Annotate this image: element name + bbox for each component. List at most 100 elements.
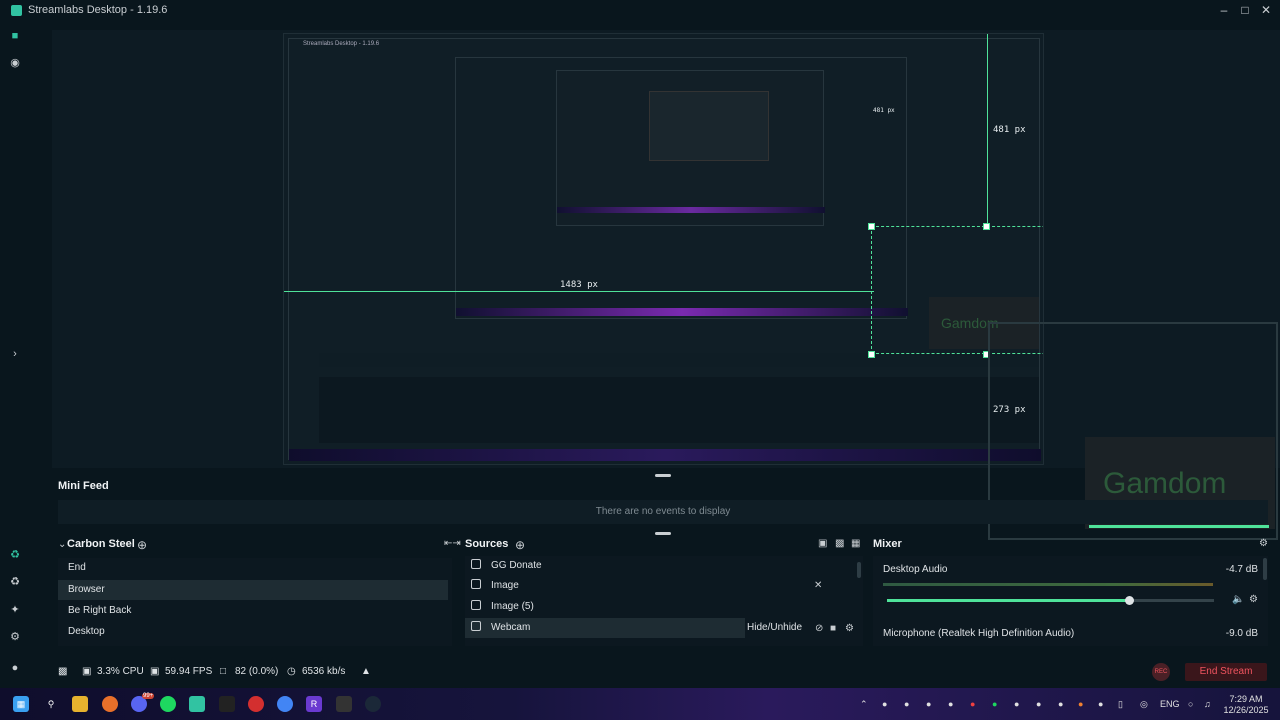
nested-taskbar-outer — [289, 449, 1041, 461]
taskbar-clock[interactable]: 7:29 AM 12/26/2025 — [1218, 694, 1274, 716]
channel-settings-icon[interactable]: ⚙ — [1249, 594, 1258, 605]
drag-handle-top[interactable] — [655, 474, 671, 477]
network-icon[interactable]: ○ — [1188, 699, 1193, 709]
settings-icon[interactable]: ⚙ — [9, 631, 21, 643]
scenes-list: End Browser Be Right Back Desktop — [58, 558, 452, 646]
tray-app-icon[interactable]: ● — [992, 699, 997, 709]
discord-badge: 99+ — [142, 693, 155, 699]
mixer-channel-name: Desktop Audio — [883, 564, 948, 575]
tray-app-icon[interactable]: ● — [970, 699, 975, 709]
scene-item[interactable]: End — [58, 558, 448, 578]
source-item[interactable]: GG Donate — [465, 556, 855, 576]
cpu-icon: ▣ — [82, 666, 92, 677]
app-icon[interactable] — [248, 696, 264, 712]
tray-app-icon[interactable]: ● — [1036, 699, 1041, 709]
notification-bell-icon[interactable]: ▲ — [361, 666, 371, 677]
hide-unhide-tooltip: Hide/Unhide — [747, 618, 807, 638]
scene-item[interactable]: Be Right Back — [58, 601, 448, 621]
dropped-frames: 82 (0.0%) — [235, 666, 279, 677]
resize-handle-tl[interactable] — [868, 223, 875, 230]
scene-item[interactable]: Desktop — [58, 622, 448, 642]
minimize-icon[interactable]: – — [1216, 2, 1232, 18]
nested-taskbar-mid — [456, 308, 908, 316]
highlighter-icon[interactable]: ♻ — [9, 576, 21, 588]
gamdom-logo-text: Gamdom — [1103, 467, 1227, 500]
collapse-scenes-icon[interactable]: ⌄ — [58, 539, 66, 550]
left-nav-rail: ■ ◉ › ♻ ♻ ✦ ⚙ ● — [0, 20, 30, 685]
horizontal-guide — [284, 291, 874, 292]
source-grid-icon[interactable]: ▣ — [818, 538, 827, 549]
integrations-icon[interactable]: ✦ — [9, 604, 21, 616]
drag-handle-bottom[interactable] — [655, 532, 671, 535]
source-item-label: GG Donate — [491, 560, 542, 571]
language-indicator[interactable]: ENG — [1160, 699, 1180, 709]
volume-icon[interactable]: ♫ — [1204, 699, 1211, 709]
speaker-icon[interactable]: 🔈 — [1232, 594, 1244, 605]
spotify-icon[interactable] — [160, 696, 176, 712]
clock-date: 12/26/2025 — [1223, 705, 1269, 715]
profile-icon[interactable]: ● — [9, 662, 21, 674]
source-item[interactable]: Webcam — [465, 618, 745, 638]
source-item[interactable]: Image — [465, 576, 855, 596]
title-bar: Streamlabs Desktop - 1.19.6 – □ ✕ — [0, 0, 1280, 20]
tray-app-icon[interactable]: ● — [1014, 699, 1019, 709]
microphone-icon[interactable]: ◎ — [1140, 699, 1148, 710]
source-group-icon[interactable]: ▩ — [835, 538, 844, 549]
editor-icon[interactable]: ■ — [9, 30, 21, 42]
stats-chart-icon[interactable]: ▩ — [58, 666, 67, 677]
mixer-settings-icon[interactable]: ⚙ — [1259, 538, 1268, 549]
r-app-icon[interactable]: R — [306, 696, 322, 712]
source-folder-icon[interactable]: ▦ — [851, 538, 860, 549]
add-source-icon[interactable]: ⊕ — [515, 538, 525, 552]
visibility-toggle-icon[interactable]: ⊘ — [815, 623, 823, 634]
terminal-icon[interactable] — [336, 696, 352, 712]
chrome-icon[interactable] — [277, 696, 293, 712]
sources-title: Sources — [465, 538, 509, 550]
end-stream-button[interactable]: End Stream — [1185, 663, 1267, 681]
themes-icon[interactable]: ♻ — [9, 549, 21, 561]
resize-handle-bl[interactable] — [868, 351, 875, 358]
height-label-nested: 481 px — [873, 107, 895, 114]
volume-slider-knob[interactable] — [1124, 596, 1134, 605]
height-label: 481 px — [993, 125, 1026, 135]
usb-icon[interactable]: ▯ — [1118, 699, 1123, 710]
fps-value: 59.94 FPS — [165, 666, 213, 677]
volume-slider-track[interactable] — [887, 596, 1214, 605]
tray-app-icon[interactable]: ● — [1098, 699, 1103, 709]
add-scene-icon[interactable]: ⊕ — [137, 538, 147, 552]
maximize-icon[interactable]: □ — [1237, 2, 1253, 18]
nested-minifeed — [319, 353, 1039, 367]
tray-app-icon[interactable]: ● — [926, 699, 931, 709]
tray-app-icon[interactable]: ● — [1058, 699, 1063, 709]
mixer-channel-name: Microphone (Realtek High Definition Audi… — [883, 628, 1075, 639]
expand-sidebar-icon[interactable]: › — [9, 348, 21, 360]
search-icon[interactable]: ⚲ — [43, 696, 59, 712]
source-item[interactable]: Image (5) — [465, 597, 855, 617]
windows-start-icon[interactable]: ▦ — [13, 696, 29, 712]
windows-taskbar: ▦ ⚲ 99+ R ⌃ ● ● ● ● ● ● ● ● ● ● ● ▯ ◎ EN… — [0, 688, 1280, 720]
tray-app-icon[interactable]: ● — [948, 699, 953, 709]
streamlabs-icon[interactable] — [189, 696, 205, 712]
scene-item[interactable]: Browser — [58, 580, 448, 600]
tray-app-icon[interactable]: ● — [1078, 699, 1083, 709]
mixer-scrollbar[interactable] — [1263, 558, 1267, 580]
tray-app-icon[interactable]: ● — [904, 699, 909, 709]
sources-scrollbar[interactable] — [857, 562, 861, 578]
scene-transition-icon[interactable]: ⇤⇥ — [444, 538, 461, 549]
hidden-eye-icon[interactable]: ✕ — [814, 580, 822, 591]
resize-handle-tm[interactable] — [983, 223, 990, 230]
app-icon[interactable] — [219, 696, 235, 712]
nested-panels — [319, 377, 1039, 443]
tray-app-icon[interactable]: ● — [882, 699, 887, 709]
stream-preview[interactable]: Streamlabs Desktop - 1.19.6 Gamdom 1483 … — [283, 33, 1044, 465]
tray-overflow-icon[interactable]: ⌃ — [860, 699, 868, 710]
media-icon[interactable]: ◉ — [9, 57, 21, 69]
delete-source-icon[interactable]: ■ — [830, 623, 836, 634]
scenes-title[interactable]: Carbon Steel — [67, 538, 135, 550]
file-explorer-icon[interactable] — [72, 696, 88, 712]
firefox-icon[interactable] — [102, 696, 118, 712]
steam-icon[interactable] — [365, 696, 381, 712]
source-settings-icon[interactable]: ⚙ — [845, 623, 854, 634]
close-icon[interactable]: ✕ — [1258, 2, 1274, 18]
rec-button[interactable]: REC — [1152, 663, 1170, 681]
